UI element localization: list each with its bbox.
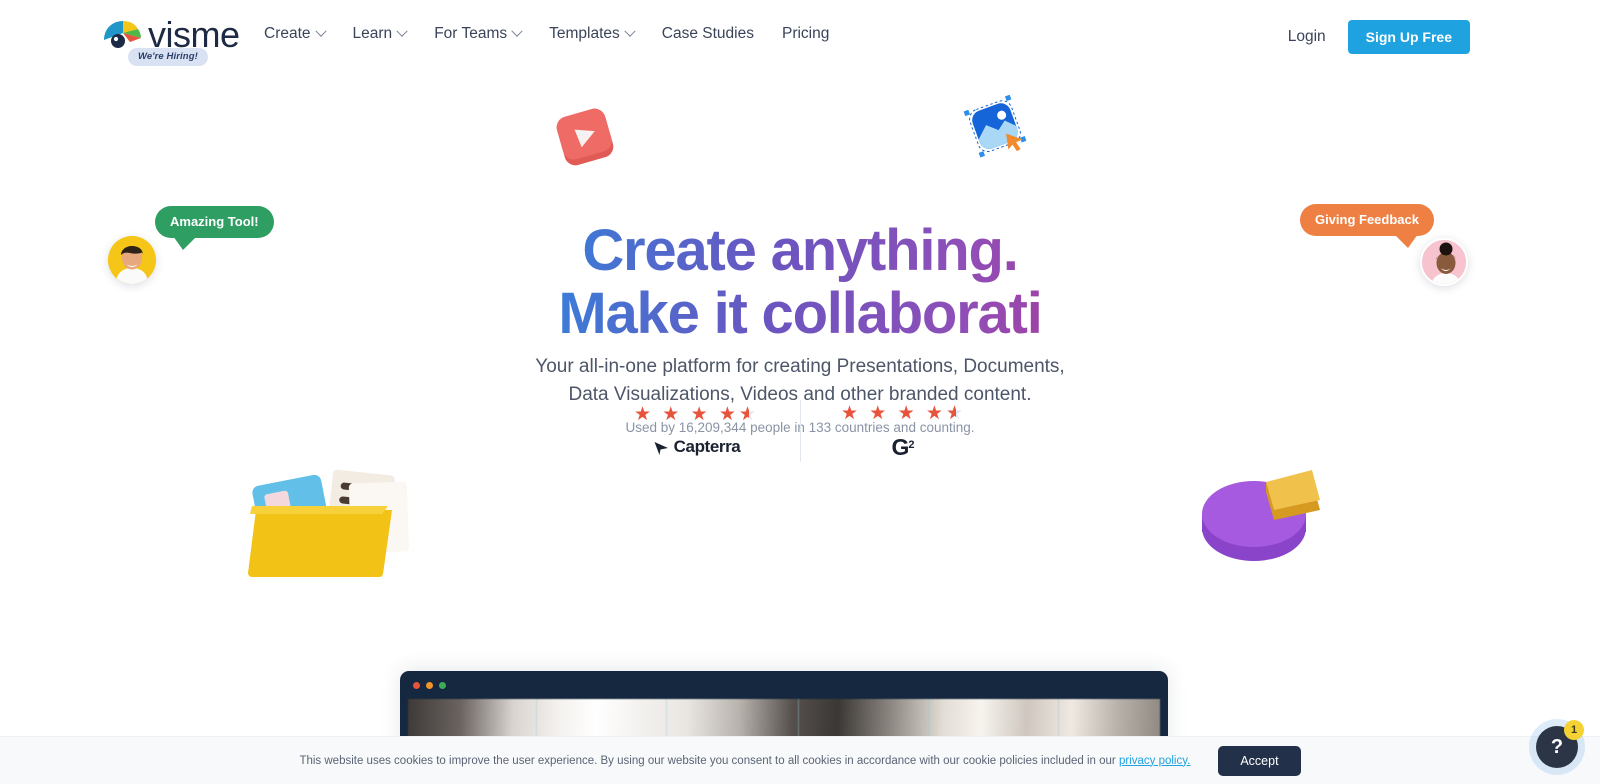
nav-label: Create [264, 25, 311, 42]
visme-logo-icon [100, 18, 146, 52]
headline-line-2: Make it collaborati [558, 280, 1042, 346]
rating-capterra[interactable]: ★ ★ ★ ★★ Capterra [629, 405, 765, 457]
g2-logo: G2 [836, 433, 972, 460]
page-title: Create anything. Make it collaborati [0, 220, 1600, 345]
visme-homepage: visme We're Hiring! Create Learn For Tea… [0, 0, 1600, 784]
chevron-down-icon [624, 25, 636, 37]
nav-item-learn[interactable]: Learn [339, 22, 421, 46]
nav-item-case-studies[interactable]: Case Studies [648, 22, 768, 46]
nav-label: For Teams [434, 25, 508, 42]
chevron-down-icon [314, 25, 327, 37]
nav-label: Case Studies [661, 25, 754, 42]
stars-full: ★ ★ ★ ★ [840, 402, 946, 424]
star-half-icon: ★ [739, 405, 759, 424]
video-tile-icon [549, 101, 621, 173]
cookie-message-text: This website uses cookies to improve the… [299, 754, 1119, 767]
signup-button[interactable]: Sign Up Free [1347, 20, 1470, 54]
stars-full: ★ ★ ★ ★ [633, 404, 739, 425]
nav-label: Learn [352, 25, 393, 42]
nav-label: Pricing [781, 25, 830, 42]
browser-titlebar [400, 671, 1168, 699]
window-minimize-dot[interactable] [426, 681, 433, 689]
pie-chart-illustration [1196, 458, 1326, 572]
window-maximize-dot[interactable] [439, 681, 446, 689]
nav-item-templates[interactable]: Templates [535, 22, 648, 46]
main-nav: Create Learn For Teams Templates Case St… [250, 22, 843, 46]
star-rating-icon: ★ ★ ★ ★★ [629, 405, 765, 424]
g2-superscript: 2 [908, 438, 915, 451]
star-rating-icon: ★ ★ ★ ★★ [836, 404, 972, 423]
ratings-divider [799, 400, 801, 462]
header-actions: Login Sign Up Free [1288, 20, 1470, 54]
login-link[interactable]: Login [1288, 28, 1326, 46]
hiring-badge[interactable]: We're Hiring! [128, 48, 208, 66]
cookie-consent-bar: This website uses cookies to improve the… [0, 736, 1600, 784]
help-widget: ? 1 [1536, 720, 1584, 768]
ratings-row: ★ ★ ★ ★★ Capterra ★ ★ ★ ★★ G2 [0, 400, 1600, 462]
site-header: visme We're Hiring! Create Learn For Tea… [0, 0, 1600, 70]
nav-item-create[interactable]: Create [250, 22, 339, 46]
chevron-down-icon [396, 25, 408, 37]
help-notification-badge[interactable]: 1 [1564, 720, 1584, 740]
nav-label: Templates [549, 25, 620, 42]
accept-cookies-button[interactable]: Accept [1218, 745, 1301, 776]
folder-documents-illustration [242, 462, 432, 580]
capterra-arrow-icon [654, 441, 668, 455]
g2-mark: G2 [891, 433, 915, 460]
window-close-dot[interactable] [413, 681, 420, 689]
capterra-logo: Capterra [629, 437, 765, 457]
rating-g2[interactable]: ★ ★ ★ ★★ G2 [836, 404, 972, 459]
nav-item-pricing[interactable]: Pricing [768, 22, 843, 46]
image-tile-icon [961, 92, 1027, 158]
subtitle-line-1: Your all-in-one platform for creating Pr… [535, 356, 1065, 377]
headline-line-1: Create anything. [582, 218, 1018, 283]
star-half-icon: ★ [946, 404, 966, 423]
g2-letter: G [891, 433, 910, 460]
chevron-down-icon [511, 25, 523, 37]
capterra-label: Capterra [673, 437, 741, 456]
privacy-policy-link[interactable]: privacy policy. [1119, 755, 1190, 767]
cookie-message: This website uses cookies to improve the… [299, 755, 1190, 767]
nav-item-for-teams[interactable]: For Teams [420, 22, 535, 46]
